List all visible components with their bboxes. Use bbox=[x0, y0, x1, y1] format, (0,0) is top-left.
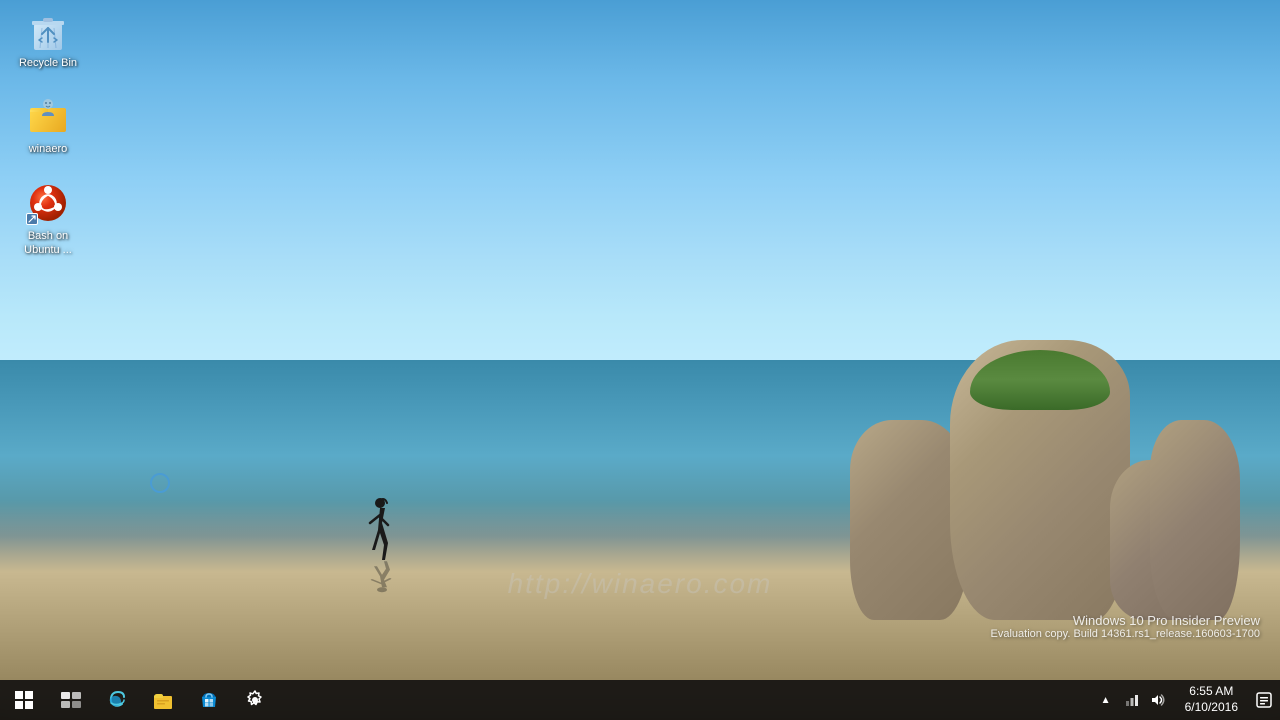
taskbar: ▲ bbox=[0, 680, 1280, 720]
notification-icon bbox=[1256, 692, 1272, 708]
eval-line1: Windows 10 Pro Insider Preview bbox=[991, 613, 1261, 628]
start-button[interactable] bbox=[0, 680, 48, 720]
network-icon[interactable] bbox=[1119, 680, 1145, 720]
volume-icon[interactable] bbox=[1145, 680, 1171, 720]
settings-icon bbox=[244, 689, 266, 711]
shortcut-arrow bbox=[26, 213, 38, 225]
file-explorer-button[interactable] bbox=[140, 680, 186, 720]
system-tray: ▲ bbox=[1089, 680, 1280, 720]
file-explorer-icon bbox=[152, 689, 174, 711]
clock-date: 6/10/2016 bbox=[1185, 700, 1238, 716]
store-icon bbox=[198, 689, 220, 711]
tray-icons: ▲ bbox=[1089, 680, 1175, 720]
runner-reflection bbox=[362, 551, 397, 594]
recycle-bin-image bbox=[28, 12, 68, 52]
rock-vegetation bbox=[970, 350, 1110, 410]
task-view-icon bbox=[60, 689, 82, 711]
task-view-button[interactable] bbox=[48, 680, 94, 720]
settings-button[interactable] bbox=[232, 680, 278, 720]
desktop-icons-area: Recycle Bin bbox=[0, 0, 96, 285]
rock-formations bbox=[950, 340, 1130, 620]
watermark-text: http://winaero.com bbox=[508, 568, 773, 600]
recycle-bin-label: Recycle Bin bbox=[19, 56, 77, 70]
winaero-icon[interactable]: winaero bbox=[8, 90, 88, 160]
winaero-image bbox=[26, 94, 70, 138]
sky-background bbox=[0, 0, 1280, 396]
windows-logo-icon bbox=[15, 691, 33, 709]
show-hidden-icons-button[interactable]: ▲ bbox=[1093, 680, 1119, 720]
eval-text-block: Windows 10 Pro Insider Preview Evaluatio… bbox=[991, 613, 1261, 640]
eval-line2: Evaluation copy. Build 14361.rs1_release… bbox=[991, 628, 1261, 640]
edge-icon bbox=[106, 689, 128, 711]
store-button[interactable] bbox=[186, 680, 232, 720]
notification-center-button[interactable] bbox=[1248, 680, 1280, 720]
bash-ubuntu-icon[interactable]: Bash on Ubuntu ... bbox=[8, 177, 88, 262]
bash-ubuntu-image bbox=[26, 181, 70, 225]
desktop: http://winaero.com Windows 10 Pro Inside… bbox=[0, 0, 1280, 720]
edge-browser-button[interactable] bbox=[94, 680, 140, 720]
rock-group-2 bbox=[1150, 420, 1240, 620]
clock-area[interactable]: 6:55 AM 6/10/2016 bbox=[1175, 680, 1248, 720]
recycle-bin-icon[interactable]: Recycle Bin bbox=[8, 8, 88, 74]
winaero-label: winaero bbox=[29, 142, 68, 156]
bash-ubuntu-label: Bash on Ubuntu ... bbox=[12, 229, 84, 258]
clock-time: 6:55 AM bbox=[1189, 684, 1233, 700]
taskbar-items bbox=[48, 680, 278, 720]
rock-main bbox=[950, 340, 1130, 620]
